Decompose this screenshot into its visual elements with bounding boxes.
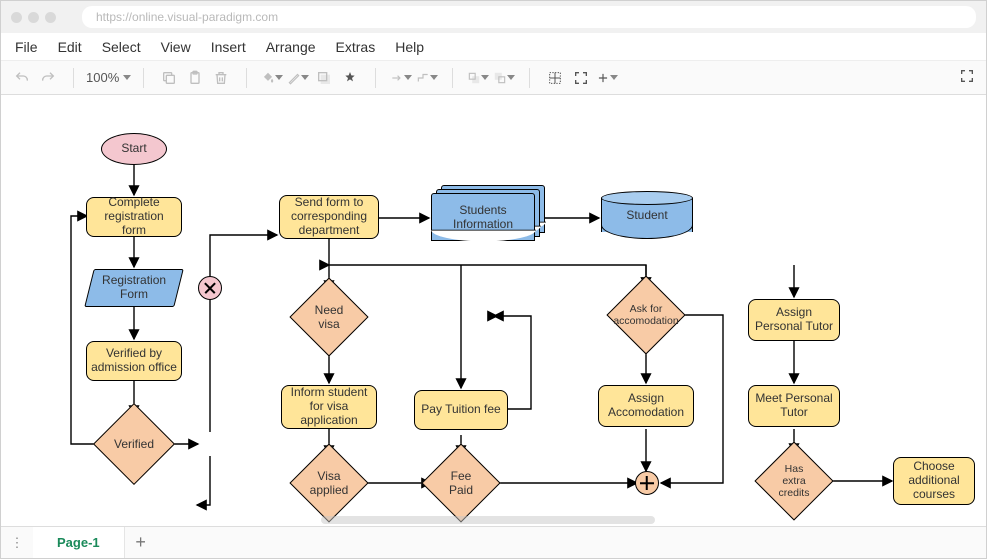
node-label: Assign Accomodation — [603, 392, 689, 420]
menu-view[interactable]: View — [153, 35, 199, 59]
zoom-level[interactable]: 100% — [84, 70, 133, 85]
to-front-button[interactable] — [467, 67, 489, 89]
shadow-button[interactable] — [313, 67, 335, 89]
chevron-down-icon — [123, 75, 131, 80]
node-send-form[interactable]: Send form to corresponding department — [279, 195, 379, 239]
node-pay-tuition[interactable]: Pay Tuition fee — [414, 390, 508, 430]
node-label: Inform student for visa application — [286, 386, 372, 427]
node-label: Ask for accomodation — [613, 303, 678, 327]
node-choose-courses[interactable]: Choose additional courses — [893, 457, 975, 505]
fit-button[interactable] — [570, 67, 592, 89]
waypoint-button[interactable] — [416, 67, 438, 89]
node-label: Verified by admission office — [91, 347, 177, 375]
node-student-db[interactable]: Student — [601, 191, 693, 239]
node-label: Verified — [114, 437, 154, 451]
menu-select[interactable]: Select — [94, 35, 149, 59]
node-label: Students Information — [431, 203, 535, 231]
chevron-down-icon — [610, 75, 618, 80]
menu-extras[interactable]: Extras — [328, 35, 384, 59]
node-complete-registration[interactable]: Complete registration form — [86, 197, 182, 237]
node-verified-by-admission[interactable]: Verified by admission office — [86, 341, 182, 381]
chevron-down-icon — [481, 75, 489, 80]
node-label: Assign Personal Tutor — [753, 306, 835, 334]
grid-button[interactable] — [544, 67, 566, 89]
node-assign-accommodation[interactable]: Assign Accomodation — [598, 385, 694, 427]
fill-color-button[interactable] — [261, 67, 283, 89]
node-label: Fee Paid — [439, 469, 483, 497]
paste-button[interactable] — [184, 67, 206, 89]
node-label: Meet Personal Tutor — [753, 392, 835, 420]
sheet-tab-page-1[interactable]: Page-1 — [33, 527, 125, 558]
sheet-menu-button[interactable]: ⋮ — [1, 527, 33, 558]
node-ask-accommodation[interactable]: Ask for accomodation — [618, 287, 674, 343]
gateway-merge[interactable] — [198, 276, 222, 300]
menu-file[interactable]: File — [7, 35, 46, 59]
url-text: https://online.visual-paradigm.com — [96, 10, 278, 24]
menu-insert[interactable]: Insert — [203, 35, 254, 59]
add-shape-button[interactable] — [596, 67, 618, 89]
node-label: Student — [626, 208, 667, 222]
node-label: Send form to corresponding department — [284, 196, 374, 237]
window-close-dot[interactable] — [11, 12, 22, 23]
menu-bar: File Edit Select View Insert Arrange Ext… — [1, 33, 986, 61]
node-label: Complete registration form — [91, 196, 177, 237]
gateway-join[interactable] — [635, 471, 659, 495]
node-label: Need visa — [307, 303, 351, 331]
node-label: Pay Tuition fee — [421, 403, 500, 417]
undo-button[interactable] — [11, 67, 33, 89]
chevron-down-icon — [404, 75, 412, 80]
menu-edit[interactable]: Edit — [50, 35, 90, 59]
redo-button[interactable] — [37, 67, 59, 89]
chevron-down-icon — [301, 75, 309, 80]
node-label: Registration Form — [94, 274, 174, 302]
toolbar: 100% — [1, 61, 986, 95]
node-label: Visa applied — [307, 469, 351, 497]
mac-traffic-lights: https://online.visual-paradigm.com — [1, 1, 986, 33]
horizontal-scrollbar[interactable] — [321, 516, 655, 524]
delete-button[interactable] — [210, 67, 232, 89]
window-min-dot[interactable] — [28, 12, 39, 23]
zoom-value: 100% — [86, 70, 119, 85]
node-meet-tutor[interactable]: Meet Personal Tutor — [748, 385, 840, 427]
sheet-tab-label: Page-1 — [57, 535, 100, 550]
node-need-visa[interactable]: Need visa — [301, 289, 357, 345]
add-sheet-button[interactable]: + — [125, 527, 157, 558]
node-label: Choose additional courses — [898, 460, 970, 501]
sheet-tab-bar: ⋮ Page-1 + — [1, 526, 986, 558]
node-label: Start — [121, 142, 146, 156]
to-back-button[interactable] — [493, 67, 515, 89]
copy-button[interactable] — [158, 67, 180, 89]
node-label: Has extra credits — [772, 463, 816, 499]
diagram-canvas[interactable]: Start Complete registration form Registr… — [1, 95, 986, 526]
node-verified[interactable]: Verified — [105, 415, 163, 473]
window-max-dot[interactable] — [45, 12, 56, 23]
connection-button[interactable] — [390, 67, 412, 89]
node-assign-tutor[interactable]: Assign Personal Tutor — [748, 299, 840, 341]
node-inform-visa[interactable]: Inform student for visa application — [281, 385, 377, 429]
fullscreen-button[interactable] — [956, 65, 978, 87]
node-students-info[interactable]: Students Information — [431, 193, 535, 241]
node-registration-form[interactable]: Registration Form — [84, 269, 183, 307]
node-has-extra-credits[interactable]: Has extra credits — [766, 453, 822, 509]
chevron-down-icon — [430, 75, 438, 80]
chevron-down-icon — [507, 75, 515, 80]
style-button[interactable] — [339, 67, 361, 89]
node-visa-applied[interactable]: Visa applied — [301, 455, 357, 511]
url-bar[interactable]: https://online.visual-paradigm.com — [82, 6, 976, 28]
node-fee-paid[interactable]: Fee Paid — [433, 455, 489, 511]
chevron-down-icon — [275, 75, 283, 80]
node-start[interactable]: Start — [101, 133, 167, 165]
menu-help[interactable]: Help — [387, 35, 432, 59]
menu-arrange[interactable]: Arrange — [258, 35, 324, 59]
line-color-button[interactable] — [287, 67, 309, 89]
